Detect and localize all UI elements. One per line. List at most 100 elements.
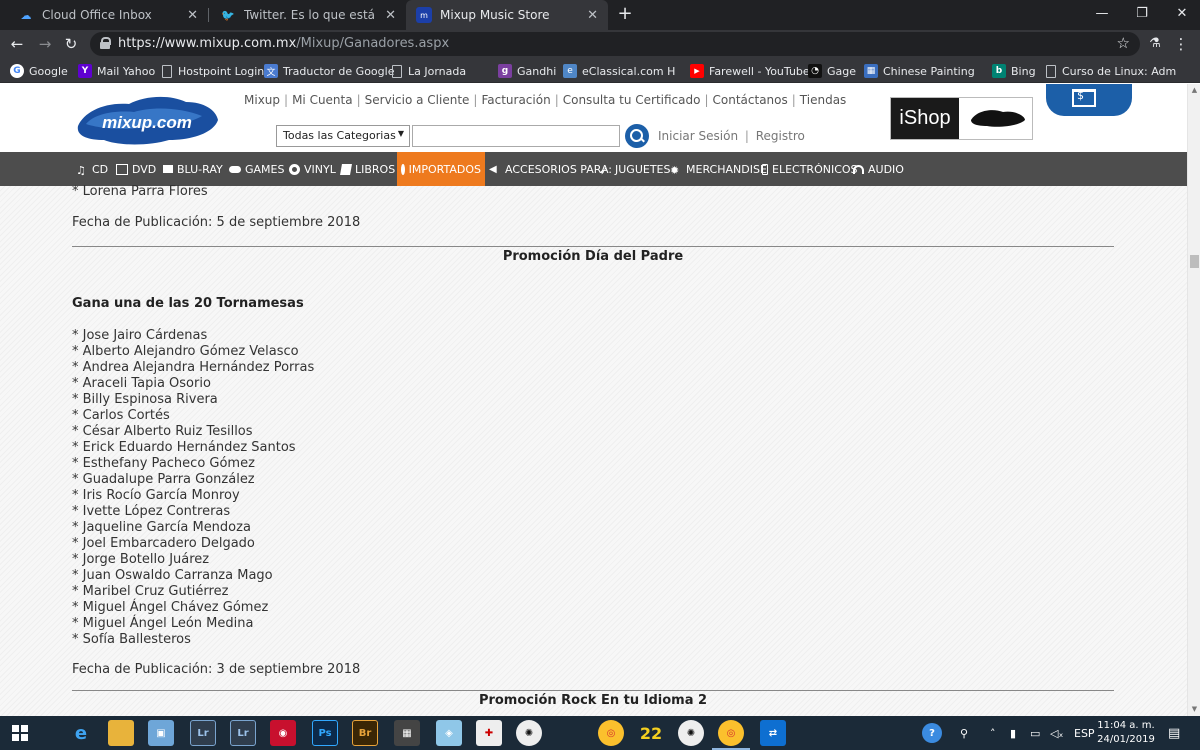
- winner-name: * Joel Embarcadero Delgado: [72, 536, 255, 551]
- close-icon[interactable]: ✕: [187, 8, 198, 23]
- bookmark-bing[interactable]: b Bing: [992, 62, 1036, 80]
- shopping-cart-button[interactable]: [1046, 84, 1132, 116]
- menu-icon[interactable]: ⋮: [1170, 33, 1192, 55]
- nav-item-games[interactable]: GAMES: [229, 152, 284, 186]
- tab-twitter[interactable]: 🐦 Twitter. Es lo que está pasando. ✕: [210, 0, 406, 30]
- back-button[interactable]: ←: [6, 33, 28, 55]
- vertical-scrollbar[interactable]: ▲ ▼: [1187, 84, 1200, 716]
- system-clock[interactable]: 11:04 a. m. 24/01/2019: [1095, 719, 1157, 747]
- bookmark-hostpoint[interactable]: Hostpoint Login: [162, 62, 264, 80]
- language-indicator[interactable]: ESP: [1074, 716, 1095, 750]
- nav-item-dvd[interactable]: DVD: [116, 152, 156, 186]
- bookmark-gage[interactable]: ◔ Gage: [808, 62, 856, 80]
- search-input[interactable]: [412, 125, 620, 147]
- minimize-button[interactable]: —: [1080, 0, 1124, 30]
- address-bar[interactable]: https://www.mixup.com.mx/Mixup/Ganadores…: [90, 32, 1140, 56]
- bookmark-jornada[interactable]: La Jornada: [392, 62, 466, 80]
- reload-button[interactable]: ↻: [60, 33, 82, 55]
- nav-item-blu-ray[interactable]: BLU-RAY: [163, 152, 223, 186]
- tab-title: Cloud Office Inbox: [42, 8, 152, 22]
- internet-explorer-icon[interactable]: e: [68, 720, 94, 746]
- extension-icon[interactable]: ⚗: [1144, 33, 1166, 55]
- promo-title: Promoción Día del Padre: [502, 249, 684, 264]
- nav-item-juguetes[interactable]: ➶ JUGUETES: [599, 152, 670, 186]
- bookmark-yahoo[interactable]: Y Mail Yahoo: [78, 62, 155, 80]
- bookmark-gandhi[interactable]: g Gandhi: [498, 62, 556, 80]
- category-select[interactable]: Todas las Categorias ▼: [276, 125, 410, 147]
- app-icon[interactable]: ✺: [678, 720, 704, 746]
- bookmark-chinese-painting[interactable]: ▦ Chinese Painting Rice: [864, 62, 976, 80]
- top-link-contactanos[interactable]: Contáctanos: [713, 93, 788, 107]
- scroll-up-arrow-icon[interactable]: ▲: [1190, 86, 1199, 95]
- top-link-tiendas[interactable]: Tiendas: [800, 93, 847, 107]
- network-icon[interactable]: ▣: [148, 720, 174, 746]
- app-icon[interactable]: ✚: [476, 720, 502, 746]
- teamviewer-icon[interactable]: ⇄: [760, 720, 786, 746]
- scroll-thumb[interactable]: [1190, 255, 1199, 268]
- ishop-banner[interactable]: iShop: [890, 97, 1033, 140]
- usb-icon[interactable]: ▮: [1010, 716, 1016, 750]
- photoshop-icon[interactable]: Ps: [312, 720, 338, 746]
- nav-label: MERCHANDISE: [686, 162, 767, 176]
- divider: |: [473, 93, 478, 107]
- winner-name: * Billy Espinosa Rivera: [72, 392, 218, 407]
- bookmark-label: Curso de Linux: Adm: [1062, 64, 1177, 78]
- chevron-up-icon[interactable]: ˄: [990, 716, 996, 750]
- nav-item-importados[interactable]: IMPORTADOS: [397, 152, 485, 186]
- bookmark-label: Farewell - YouTube: [709, 64, 810, 78]
- lightroom-icon[interactable]: Lr: [190, 720, 216, 746]
- close-icon[interactable]: ✕: [587, 8, 598, 23]
- top-link-servicio[interactable]: Servicio a Cliente: [365, 93, 470, 107]
- chrome-icon[interactable]: ◎: [718, 720, 744, 746]
- people-icon[interactable]: ⚲: [960, 716, 968, 750]
- volume-icon[interactable]: ◁ₓ: [1050, 716, 1063, 750]
- login-link[interactable]: Iniciar Sesión: [658, 129, 738, 143]
- help-icon[interactable]: ?: [922, 723, 942, 743]
- document-icon: [162, 64, 172, 78]
- nav-item-accesorios[interactable]: ◀ ACCESORIOS PARA:: [489, 152, 612, 186]
- nav-item-vinyl[interactable]: VINYL: [289, 152, 336, 186]
- windows-start-icon[interactable]: [12, 725, 28, 741]
- bookmark-google[interactable]: G Google: [10, 62, 68, 80]
- nav-item-electronicos[interactable]: ELECTRÓNICOS: [762, 152, 858, 186]
- calculator-icon[interactable]: ▦: [394, 720, 420, 746]
- tab-cloud-office[interactable]: ☁ Cloud Office Inbox ✕: [8, 0, 208, 30]
- network-tray-icon[interactable]: ▭: [1030, 716, 1040, 750]
- top-link-certificado[interactable]: Consulta tu Certificado: [563, 93, 701, 107]
- maximize-button[interactable]: ❐: [1120, 0, 1164, 30]
- new-tab-button[interactable]: +: [614, 3, 636, 25]
- close-icon[interactable]: ✕: [385, 8, 396, 23]
- nav-item-libros[interactable]: LIBROS: [340, 152, 395, 186]
- chrome-icon[interactable]: ◎: [598, 720, 624, 746]
- register-link[interactable]: Registro: [756, 129, 805, 143]
- divider: |: [284, 93, 289, 107]
- gage-icon: ◔: [808, 64, 822, 78]
- close-window-button[interactable]: ✕: [1160, 0, 1200, 30]
- search-button[interactable]: [625, 124, 649, 148]
- notifications-icon[interactable]: ▤: [1168, 716, 1180, 750]
- top-link-mixup[interactable]: Mixup: [244, 93, 280, 107]
- app-icon[interactable]: 22: [638, 720, 664, 746]
- bookmark-youtube[interactable]: ▶ Farewell - YouTube: [690, 62, 810, 80]
- top-link-mi-cuenta[interactable]: Mi Cuenta: [292, 93, 353, 107]
- top-link-facturacion[interactable]: Facturación: [481, 93, 550, 107]
- bridge-icon[interactable]: Br: [352, 720, 378, 746]
- promo-subtitle: Gana una de las 20 Tornamesas: [72, 296, 304, 311]
- file-explorer-icon[interactable]: [108, 720, 134, 746]
- mixup-logo[interactable]: mixup.com: [74, 92, 220, 148]
- nav-item-merchandise[interactable]: ✹ MERCHANDISE: [670, 152, 767, 186]
- forward-button[interactable]: →: [34, 33, 56, 55]
- app-icon[interactable]: ◈: [436, 720, 462, 746]
- creative-cloud-icon[interactable]: ◉: [270, 720, 296, 746]
- app-icon[interactable]: ✺: [516, 720, 542, 746]
- bookmark-traductor[interactable]: 文 Traductor de Google: [264, 62, 394, 80]
- bookmark-star-icon[interactable]: ☆: [1117, 34, 1130, 52]
- tab-mixup[interactable]: m Mixup Music Store ✕: [406, 0, 608, 30]
- bookmark-eclassical[interactable]: e eClassical.com High F: [563, 62, 675, 80]
- lightroom-classic-icon[interactable]: Lr: [230, 720, 256, 746]
- nav-item-audio[interactable]: AUDIO: [853, 152, 904, 186]
- nav-item-cd[interactable]: ♫ CD: [76, 152, 108, 186]
- bookmark-curso-linux[interactable]: Curso de Linux: Adm: [1046, 62, 1188, 80]
- clock-time: 11:04 a. m.: [1097, 720, 1155, 731]
- scroll-down-arrow-icon[interactable]: ▼: [1190, 705, 1199, 714]
